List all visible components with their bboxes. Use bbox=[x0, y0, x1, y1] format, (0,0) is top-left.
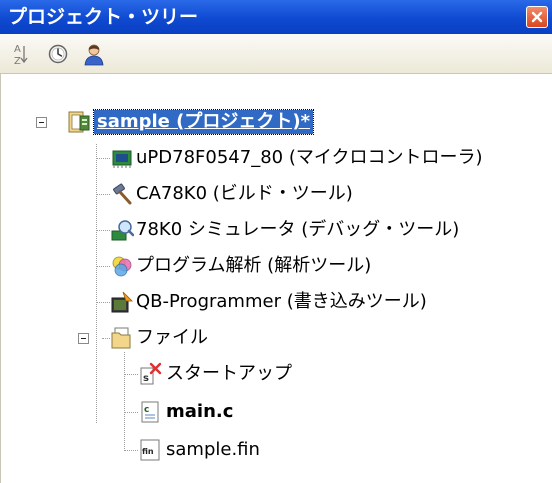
tree-item-label: プログラム解析 (解析ツール) bbox=[136, 255, 372, 276]
tree-line bbox=[102, 338, 110, 339]
folder-collapse-toggle[interactable] bbox=[78, 333, 89, 344]
panel-title: プロジェクト・ツリー bbox=[8, 6, 199, 28]
project-icon bbox=[68, 111, 90, 133]
sort-button[interactable]: A Z bbox=[6, 40, 34, 68]
programmer-icon bbox=[111, 291, 133, 313]
history-button[interactable] bbox=[44, 40, 72, 68]
root-label: sample (プロジェクト)* bbox=[92, 109, 315, 135]
svg-text:s: s bbox=[143, 373, 149, 384]
tree-item-label: 78K0 シミュレータ (デバッグ・ツール) bbox=[136, 219, 460, 240]
sort-az-icon: A Z bbox=[14, 44, 28, 66]
analysis-icon bbox=[112, 256, 132, 277]
svg-text:c: c bbox=[144, 405, 149, 415]
tree-line bbox=[96, 194, 110, 195]
tree-line bbox=[124, 352, 125, 451]
project-tree: sample (プロジェクト)* uPD78F0547_80 (マイクロコントロ… bbox=[0, 74, 552, 483]
root-collapse-toggle[interactable] bbox=[36, 117, 47, 128]
panel-toolbar: A Z bbox=[0, 34, 552, 74]
tree-line bbox=[96, 144, 97, 423]
file-folder-icon bbox=[111, 327, 131, 349]
tree-item-label: ファイル bbox=[136, 327, 208, 348]
project-tree-panel: プロジェクト・ツリー A Z sample (プロジェクト)* uPD78F05… bbox=[0, 0, 552, 483]
tree-item-label: uPD78F0547_80 (マイクロコントローラ) bbox=[136, 147, 483, 168]
hammer-icon bbox=[113, 183, 132, 205]
simulator-icon bbox=[111, 220, 134, 241]
tree-item-label: main.c bbox=[166, 401, 234, 422]
user-icon bbox=[84, 44, 104, 66]
user-button[interactable] bbox=[80, 40, 108, 68]
tree-line bbox=[124, 450, 138, 451]
panel-titlebar: プロジェクト・ツリー bbox=[0, 0, 552, 34]
clock-icon bbox=[48, 44, 68, 64]
tree-line bbox=[96, 302, 110, 303]
svg-text:A: A bbox=[14, 44, 21, 55]
svg-text:fin: fin bbox=[142, 447, 154, 456]
tree-item-label: CA78K0 (ビルド・ツール) bbox=[136, 183, 353, 204]
tree-item-label: QB-Programmer (書き込みツール) bbox=[136, 291, 427, 312]
c-file-icon: c bbox=[141, 401, 159, 423]
tree-item-label: スタートアップ bbox=[166, 363, 292, 384]
microcontroller-icon bbox=[112, 150, 132, 168]
tree-line bbox=[96, 266, 110, 267]
tree-line bbox=[96, 158, 110, 159]
tree-line bbox=[96, 230, 110, 231]
svg-text:Z: Z bbox=[14, 56, 21, 66]
fin-file-icon: fin bbox=[140, 439, 160, 461]
tree-line bbox=[124, 374, 138, 375]
close-button[interactable] bbox=[526, 6, 548, 28]
tree-line bbox=[124, 412, 138, 413]
tree-item-label: sample.fin bbox=[166, 439, 260, 460]
startup-icon: s bbox=[140, 362, 162, 385]
close-icon bbox=[531, 11, 543, 23]
